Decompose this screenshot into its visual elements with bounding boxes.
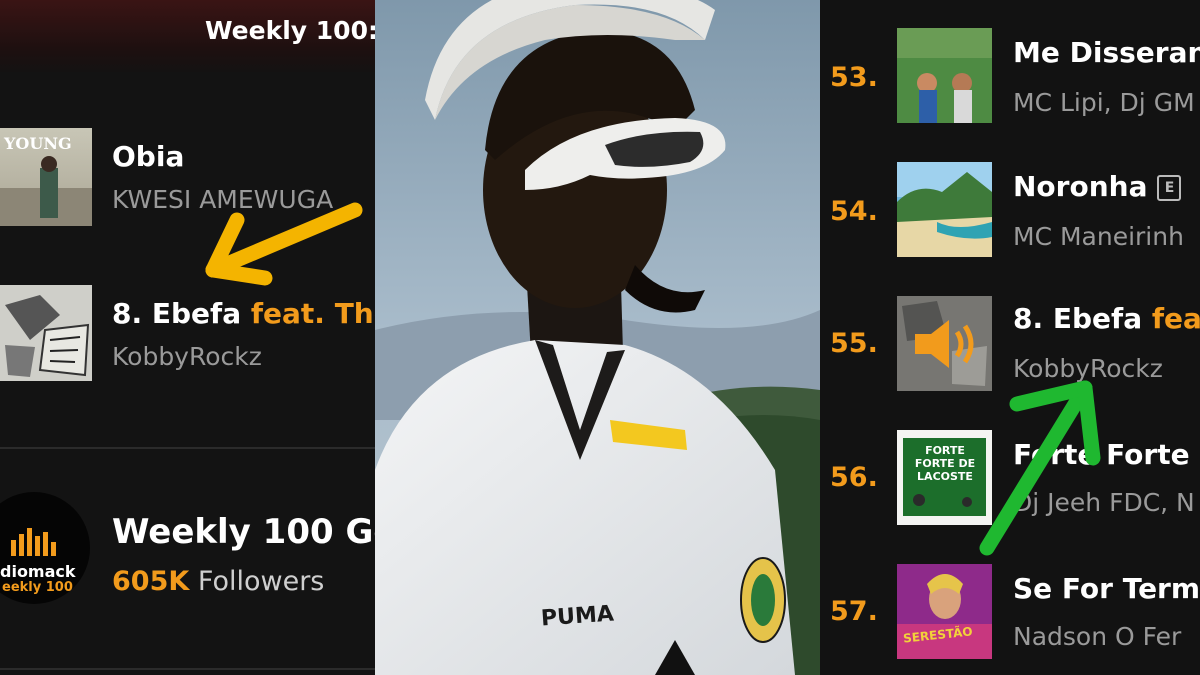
- track-artist[interactable]: MC Maneirinh: [1013, 222, 1184, 251]
- yellow-arrow-icon: [205, 202, 363, 286]
- track-artist[interactable]: MC Lipi, Dj GM: [1013, 88, 1195, 117]
- chart-header-title: Weekly 100:: [205, 16, 375, 45]
- chart-rank: 54.: [830, 196, 878, 227]
- cover-art-53[interactable]: [897, 28, 992, 123]
- cover-art-ebefa: [0, 285, 92, 381]
- chart-rank: 53.: [830, 62, 878, 93]
- featuring-text[interactable]: feat: [1152, 302, 1200, 335]
- audiomack-playlist-logo[interactable]: diomack eekly 100: [0, 492, 90, 604]
- track-title-text: 8. Ebefa: [1013, 302, 1143, 335]
- track-title: 8. Ebefa feat. TheW: [112, 297, 375, 330]
- cover-art-54[interactable]: [897, 162, 992, 257]
- explicit-badge: E: [1157, 175, 1182, 201]
- followers-label: Followers: [197, 566, 325, 597]
- playlist-title[interactable]: Weekly 100 Ge: [112, 512, 375, 552]
- track-title: Obia: [112, 140, 185, 173]
- cover-art-obia: YOUNG: [0, 128, 92, 226]
- followers-count: 605K: [112, 566, 190, 597]
- track-title[interactable]: Noronha E: [1013, 170, 1182, 203]
- divider: [0, 668, 375, 670]
- green-arrow-icon: [979, 380, 1101, 556]
- jersey-brand-text: PUMA: [540, 601, 615, 632]
- track-title-text: Noronha: [1013, 170, 1148, 203]
- cover-art-57[interactable]: SERESTÃO: [897, 564, 992, 659]
- track-title[interactable]: Me Disseran: [1013, 36, 1200, 69]
- left-chart-panel: Weekly 100: YOUNG Obia KWESI AMEWUGA 8. …: [0, 0, 375, 675]
- logo-sub-text: eekly 100: [2, 580, 73, 595]
- chart-header: Weekly 100:: [0, 0, 375, 72]
- artist-photo: PUMA: [375, 0, 820, 675]
- divider: [0, 447, 375, 449]
- featuring-text[interactable]: feat. TheW: [251, 297, 375, 330]
- cover-text: YOUNG: [4, 134, 72, 153]
- chart-rank: 57.: [830, 596, 878, 627]
- track-title[interactable]: 8. Ebefa feat: [1013, 302, 1200, 335]
- playlist-followers: 605K Followers: [112, 566, 324, 597]
- chart-rank: 56.: [830, 462, 878, 493]
- track-title-text: 8. Ebefa: [112, 297, 242, 330]
- logo-brand-text: diomack: [0, 562, 76, 581]
- track-artist[interactable]: Nadson O Fer: [1013, 622, 1181, 651]
- track-title[interactable]: Se For Term: [1013, 572, 1200, 605]
- chart-rank: 55.: [830, 328, 878, 359]
- track-artist[interactable]: KobbyRockz: [112, 342, 262, 371]
